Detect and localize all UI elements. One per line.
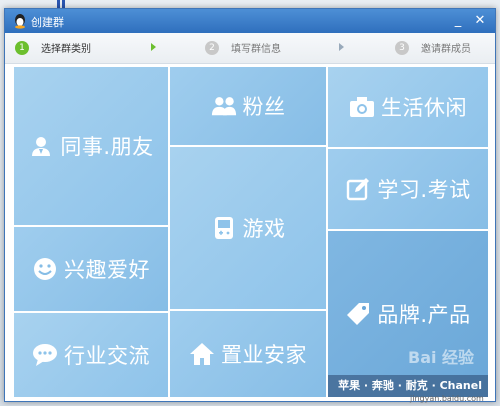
step-label: 邀请群成员 (421, 44, 471, 55)
tile-study-exam[interactable]: 学习.考试 (328, 149, 488, 229)
tile-label: 兴趣爱好 (64, 258, 150, 282)
smiley-icon (32, 256, 58, 282)
step-label: 选择群类别 (41, 44, 91, 55)
brand-examples-caption: 苹果 · 奔驰 · 耐克 · Chanel (338, 379, 482, 392)
step-arrow-icon (339, 43, 344, 51)
create-group-dialog: 创建群 _ ✕ 1 选择群类别 2 填写群信息 3 邀请群成员 同事.朋友 兴趣… (4, 8, 496, 402)
watermark-url: jingyan.baidu.com (410, 394, 484, 403)
tile-interests[interactable]: 兴趣爱好 (14, 227, 168, 311)
close-button[interactable]: ✕ (471, 12, 489, 30)
home-icon (189, 341, 215, 367)
edit-icon (345, 176, 371, 202)
tile-label: 置业安家 (221, 343, 307, 367)
tile-life-leisure[interactable]: 生活休闲 (328, 67, 488, 147)
tile-colleagues-friends[interactable]: 同事.朋友 (14, 67, 168, 225)
contact-icon (28, 133, 54, 159)
step-arrow-icon (151, 43, 156, 51)
tile-fans[interactable]: 粉丝 (170, 67, 326, 145)
gamepad-icon (211, 215, 237, 241)
tile-label: 学习.考试 (377, 178, 471, 202)
step-number: 1 (15, 40, 29, 55)
qq-penguin-icon (15, 14, 25, 29)
tile-label: 同事.朋友 (60, 135, 154, 159)
minimize-button[interactable]: _ (449, 12, 467, 30)
tile-games[interactable]: 游戏 (170, 147, 326, 309)
step-indicator: 1 选择群类别 2 填写群信息 3 邀请群成员 (5, 33, 495, 64)
title-bar[interactable]: 创建群 _ ✕ (5, 9, 495, 33)
step-label: 填写群信息 (231, 44, 281, 55)
step-1: 1 选择群类别 (15, 40, 91, 56)
tile-label: 行业交流 (64, 344, 150, 368)
tag-icon (345, 301, 371, 327)
partial-icon (57, 0, 65, 8)
camera-icon (349, 94, 375, 120)
tile-real-estate[interactable]: 置业安家 (170, 311, 326, 397)
chat-bubble-icon (32, 342, 58, 368)
step-3: 3 邀请群成员 (395, 40, 471, 56)
step-number: 3 (395, 40, 409, 55)
tile-industry-exchange[interactable]: 行业交流 (14, 313, 168, 397)
users-icon (211, 93, 237, 119)
step-2: 2 填写群信息 (205, 40, 281, 56)
tile-brands-products[interactable]: 品牌.产品 苹果 · 奔驰 · 耐克 · Chanel (328, 231, 488, 397)
tile-label: 生活休闲 (381, 96, 467, 120)
watermark-logo: Bai 经验 (408, 348, 475, 367)
tile-label: 游戏 (242, 217, 286, 241)
tile-label: 品牌.产品 (377, 303, 471, 327)
tile-label: 粉丝 (242, 95, 286, 119)
window-title: 创建群 (31, 16, 64, 29)
step-number: 2 (205, 40, 219, 55)
